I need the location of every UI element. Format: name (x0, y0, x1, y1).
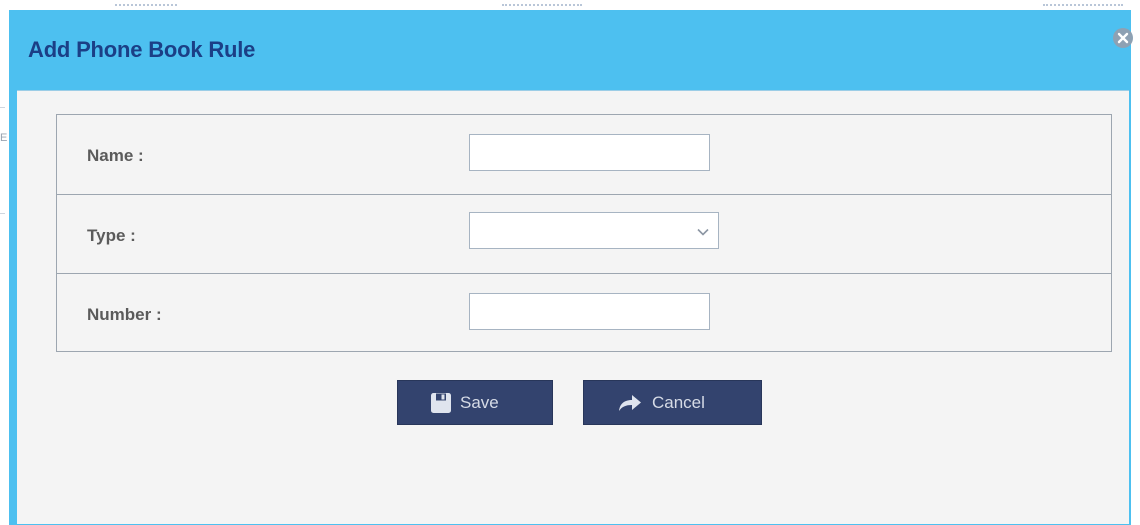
dialog-body: Name : Type : Number : Save Cancel (17, 90, 1129, 524)
form-row-number: Number : (57, 273, 1111, 353)
background-dotted-line (1043, 4, 1123, 8)
type-select[interactable] (469, 212, 719, 249)
rule-form: Name : Type : Number : (56, 114, 1112, 352)
dialog-header: Add Phone Book Rule (9, 10, 1133, 90)
number-input[interactable] (469, 293, 710, 330)
form-row-type: Type : (57, 194, 1111, 274)
cancel-button-label: Cancel (652, 392, 705, 412)
forward-arrow-icon (617, 393, 643, 413)
floppy-disk-icon (430, 392, 452, 414)
save-button[interactable]: Save (397, 380, 553, 425)
save-button-label: Save (460, 392, 499, 412)
name-label: Name : (87, 146, 144, 165)
background-divider (0, 213, 5, 214)
cancel-button[interactable]: Cancel (583, 380, 762, 425)
dialog-button-bar: Save Cancel (17, 380, 1129, 426)
background-text-fragment: E (0, 132, 8, 144)
background-dotted-line (502, 4, 582, 8)
background-divider (0, 107, 5, 108)
close-icon[interactable] (1113, 28, 1133, 48)
background-dotted-line (115, 4, 177, 8)
number-label: Number : (87, 305, 162, 324)
dialog-title: Add Phone Book Rule (28, 37, 256, 62)
name-input[interactable] (469, 134, 710, 171)
chevron-down-icon (696, 225, 710, 237)
type-label: Type : (87, 226, 136, 245)
add-phone-book-rule-dialog: Add Phone Book Rule Name : Type : Number… (9, 10, 1133, 525)
form-row-name: Name : (57, 115, 1111, 194)
